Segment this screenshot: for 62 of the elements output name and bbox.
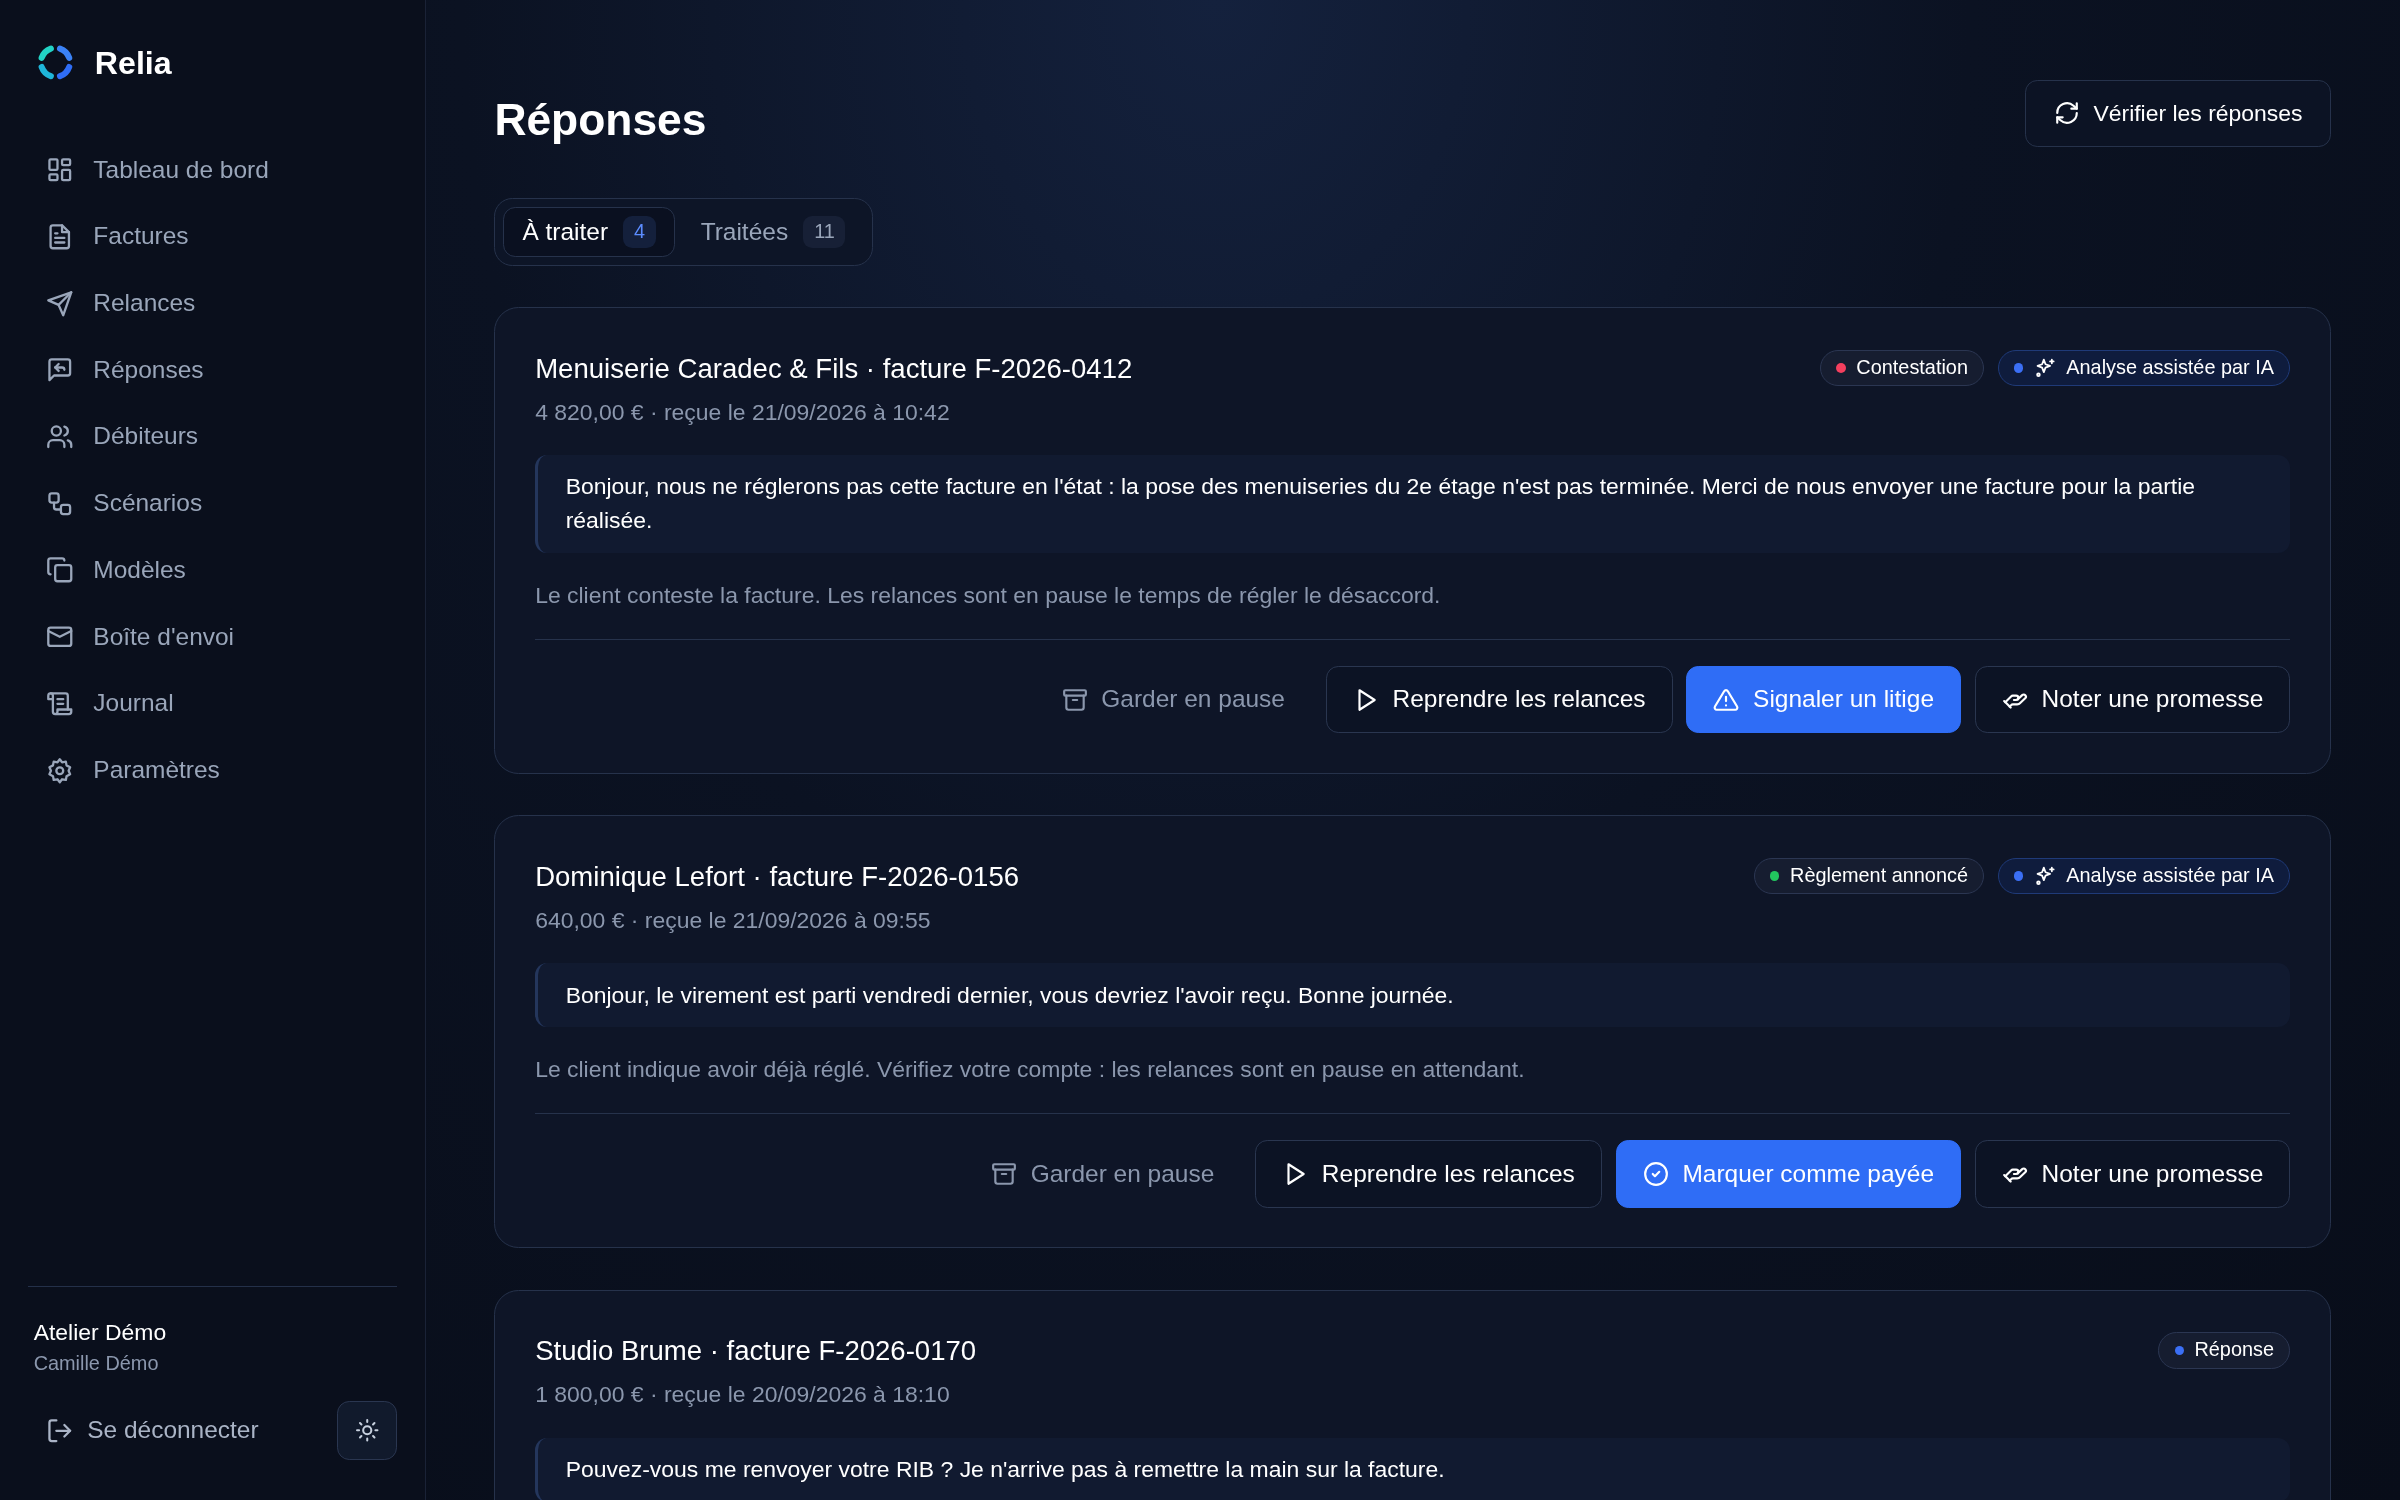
refresh-icon	[2053, 100, 2080, 127]
archive-icon	[1061, 686, 1088, 713]
scroll-icon	[45, 689, 74, 718]
status-badge: Règlement annoncé	[1753, 857, 1985, 895]
theme-toggle-button[interactable]	[337, 1400, 397, 1461]
status-badge: Réponse	[2158, 1331, 2291, 1369]
settings-icon	[45, 756, 74, 785]
copy-icon	[45, 556, 74, 584]
dashboard-icon	[45, 156, 74, 184]
sidebar-item[interactable]: Factures	[27, 209, 397, 265]
sparkle-icon	[2034, 865, 2056, 887]
ai-analysis-badge: Analyse assistée par IA	[1998, 857, 2291, 895]
warning-icon	[1713, 686, 1740, 713]
tab[interactable]: À traiter 4	[503, 206, 676, 258]
sidebar-item[interactable]: Boîte d'envoi	[27, 609, 397, 665]
client-message: Pouvez-vous me renvoyer votre RIB ? Je n'arrive pas à remettre la main sur la facture.	[535, 1437, 2291, 1500]
reply-title: Dominique Lefort · facture F-2026-0156	[535, 860, 1020, 895]
archive-icon	[990, 1160, 1017, 1187]
count-badge: 4	[623, 215, 656, 249]
status-badge: Contestation	[1820, 349, 1985, 387]
sun-icon	[354, 1418, 380, 1443]
page-title: Réponses	[494, 94, 707, 147]
analysis-summary: Le client conteste la facture. Les relances sont en pause le temps de régler le désaccord.	[535, 581, 1442, 611]
paid-button[interactable]: Marquer comme payée	[1615, 1140, 1962, 1208]
reply-meta: 4 820,00 € · reçue le 21/09/2026 à 10:42	[535, 397, 951, 427]
paper-plane-icon	[45, 289, 74, 318]
reply-title: Menuiserie Caradec & Fils · facture F-2026-0412	[535, 352, 1133, 387]
tab[interactable]: Traitées 11	[681, 206, 865, 258]
client-message: Bonjour, le virement est parti vendredi dernier, vous devriez l'avoir reçu. Bonne journée.	[535, 963, 2291, 1028]
sidebar-item[interactable]: Journal	[27, 676, 397, 732]
logout-button[interactable]: Se déconnecter	[27, 1401, 277, 1460]
sparkle-icon	[2034, 357, 2056, 379]
promise-button[interactable]: Noter une promesse	[1974, 665, 2291, 734]
linked-squares-icon	[45, 489, 74, 518]
logout-icon	[45, 1416, 74, 1445]
resume-button[interactable]: Reprendre les relances	[1255, 1140, 1602, 1208]
pause-button[interactable]: Garder en pause	[963, 1140, 1242, 1208]
ai-analysis-badge: Analyse assistée par IA	[1998, 349, 2291, 387]
sidebar-item[interactable]: Débiteurs	[27, 409, 397, 465]
user-name: Camille Démo	[32, 1351, 160, 1377]
sidebar-item[interactable]: Paramètres	[27, 742, 397, 798]
reply-message-icon	[45, 356, 74, 384]
company-name: Atelier Démo	[32, 1317, 168, 1347]
check-circle-icon	[1642, 1160, 1669, 1187]
promise-button[interactable]: Noter une promesse	[1974, 1140, 2291, 1208]
verify-replies-button[interactable]: Vérifier les réponses	[2025, 79, 2332, 147]
sidebar-item[interactable]: Relances	[27, 275, 397, 331]
pause-button[interactable]: Garder en pause	[1034, 665, 1312, 734]
count-badge: 11	[803, 215, 846, 249]
dispute-button[interactable]: Signaler un litige	[1686, 665, 1962, 734]
reply-title: Studio Brume · facture F-2026-0170	[535, 1334, 977, 1369]
sidebar-item[interactable]: Tableau de bord	[27, 142, 397, 198]
resume-button[interactable]: Reprendre les relances	[1325, 665, 1673, 734]
client-message: Bonjour, nous ne réglerons pas cette facture en l'état : la pose des menuiseries du 2e étage n'est pas terminée. Merci de nous envoyer une facture pour la partie réalisée.	[535, 455, 2291, 554]
analysis-summary: Le client indique avoir déjà réglé. Vérifiez votre compte : les relances sont en pause en attendant.	[535, 1055, 1526, 1085]
sidebar-item[interactable]: Modèles	[27, 542, 397, 598]
sidebar-item[interactable]: Réponses	[27, 342, 397, 398]
users-icon	[45, 422, 74, 451]
reply-meta: 1 800,00 € · reçue le 20/09/2026 à 18:10	[535, 1380, 951, 1410]
sidebar-item[interactable]: Scénarios	[27, 475, 397, 531]
reply-meta: 640,00 € · reçue le 21/09/2026 à 09:55	[535, 905, 932, 935]
app-name: Relia	[94, 43, 172, 83]
